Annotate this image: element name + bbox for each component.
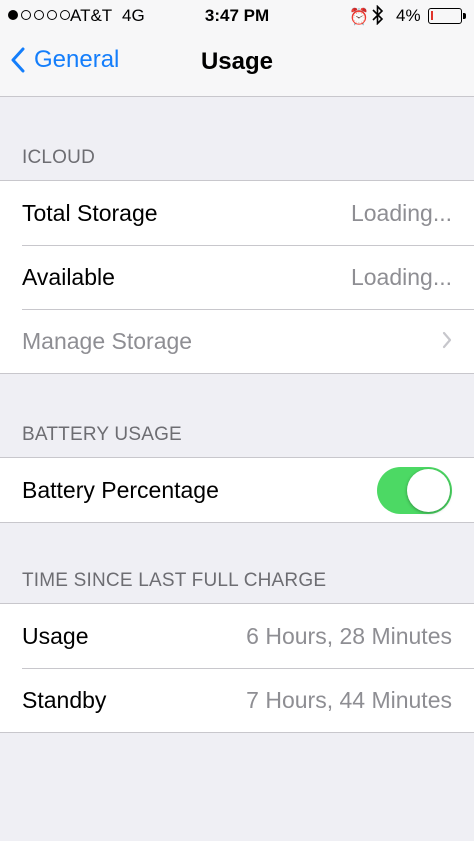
total-storage-label: Total Storage <box>22 199 158 226</box>
manage-storage-label: Manage Storage <box>22 327 193 354</box>
standby-value: 7 Hours, 44 Minutes <box>246 686 452 713</box>
usage-value: 6 Hours, 28 Minutes <box>246 622 452 649</box>
section-header-battery: BATTERY USAGE <box>22 424 182 445</box>
toggle-knob <box>407 468 450 512</box>
standby-label: Standby <box>22 686 107 713</box>
status-bar: AT&T 4G 3:47 PM ⏰ 4% <box>0 0 474 32</box>
available-label: Available <box>22 263 115 290</box>
standby-row: Standby 7 Hours, 44 Minutes <box>0 668 474 732</box>
section-header-charge: TIME SINCE LAST FULL CHARGE <box>22 570 327 591</box>
alarm-clock-icon: ⏰ <box>349 9 369 26</box>
chevron-right-icon <box>442 328 452 355</box>
total-storage-row: Total Storage Loading... <box>0 181 474 245</box>
usage-row: Usage 6 Hours, 28 Minutes <box>0 604 474 668</box>
battery-percentage-label: Battery Percentage <box>22 476 219 503</box>
page-title: Usage <box>200 48 274 75</box>
battery-icon <box>428 8 466 24</box>
charge-group: Usage 6 Hours, 28 Minutes Standby 7 Hour… <box>0 603 474 733</box>
battery-level-fill <box>431 11 433 20</box>
available-row: Available Loading... <box>0 245 474 309</box>
usage-label: Usage <box>22 622 89 649</box>
section-header-icloud: ICLOUD <box>22 147 95 168</box>
bluetooth-icon <box>372 4 384 30</box>
available-value: Loading... <box>350 263 452 290</box>
battery-percent: 4% <box>396 6 421 25</box>
manage-storage-row[interactable]: Manage Storage <box>0 309 474 373</box>
top-bar: AT&T 4G 3:47 PM ⏰ 4% General Usage <box>0 0 474 97</box>
navigation-bar: General Usage <box>0 32 474 96</box>
battery-percentage-row: Battery Percentage <box>0 458 474 522</box>
total-storage-value: Loading... <box>350 199 452 226</box>
icloud-group: Total Storage Loading... Available Loadi… <box>0 180 474 374</box>
battery-group: Battery Percentage <box>0 457 474 523</box>
battery-percentage-toggle[interactable] <box>377 466 452 514</box>
